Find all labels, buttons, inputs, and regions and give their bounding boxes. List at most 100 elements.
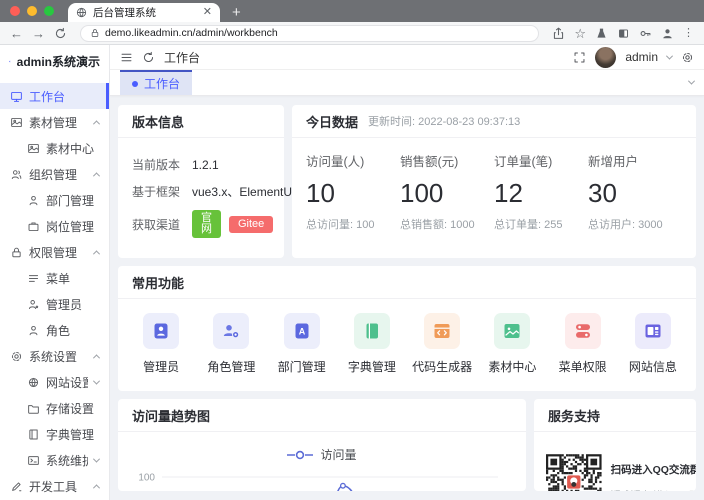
official-site-button[interactable]: 官网 (192, 210, 221, 238)
browser-menu-icon[interactable]: ⋮ (683, 27, 694, 39)
sidebar-group-material[interactable]: 素材管理 (0, 109, 109, 135)
sidepanel-icon[interactable] (617, 27, 630, 40)
back-icon[interactable]: ← (10, 27, 23, 40)
browser-tab-title: 后台管理系统 (93, 7, 156, 19)
chart-legend[interactable]: 访问量 (118, 446, 526, 463)
terminal-icon (28, 455, 39, 465)
sidebar-item-role[interactable]: 角色 (0, 317, 109, 343)
collapse-icon (92, 353, 101, 361)
reload-icon[interactable] (54, 27, 67, 40)
browser-profile-icon[interactable] (661, 27, 674, 40)
func-menu-permission[interactable]: 菜单权限 (548, 313, 618, 375)
dictionary-icon (366, 323, 378, 339)
zoom-window-button[interactable] (44, 6, 54, 16)
version-row: 当前版本 1.2.1 (132, 157, 219, 173)
user-menu-chevron-icon[interactable] (665, 52, 674, 60)
breadcrumb: 工作台 (164, 50, 201, 65)
row-top: 版本信息 当前版本 1.2.1 基于框架 vue3.x、ElementUI、My… (118, 105, 696, 258)
briefcase-icon (28, 221, 39, 231)
func-material-center[interactable]: 素材中心 (477, 313, 547, 375)
expand-icon (92, 455, 101, 463)
window-controls (10, 0, 54, 22)
collapse-icon (92, 249, 101, 257)
browser-tab[interactable]: 后台管理系统 ✕ (68, 3, 220, 22)
sidebar-group-dev-tools[interactable]: 开发工具 (0, 473, 109, 499)
lock-icon (91, 29, 99, 37)
collapse-icon (92, 119, 101, 127)
sidebar-item-workbench[interactable]: 工作台 (0, 83, 109, 109)
stat-visits: 访问量(人) 10 总访问量: 100 (306, 155, 375, 231)
func-website-info[interactable]: 网站信息 (618, 313, 688, 375)
forward-icon[interactable]: → (32, 27, 45, 40)
common-functions-card: 常用功能 管理员 角色管理 A 部门管理 字典管理 代码生成器 素材中心 菜单权… (118, 266, 696, 391)
tabs-dropdown-chevron-icon[interactable] (687, 77, 696, 85)
func-admin[interactable]: 管理员 (126, 313, 196, 375)
row-bottom: 访问量趋势图 访问量 406080100 服务支持 (118, 399, 696, 491)
minimize-window-button[interactable] (27, 6, 37, 16)
monitor-icon (11, 91, 22, 102)
sidebar-item-material-center[interactable]: 素材中心 (0, 135, 109, 161)
framework-row: 基于框架 vue3.x、ElementUI、MySQL (132, 185, 348, 199)
fullscreen-icon[interactable] (573, 51, 586, 64)
person-badge-icon (28, 299, 39, 309)
today-data-card: 今日数据 更新时间: 2022-08-23 09:37:13 访问量(人) 10… (292, 105, 696, 258)
sidebar-item-department[interactable]: 部门管理 (0, 187, 109, 213)
sidebar-group-organization[interactable]: 组织管理 (0, 161, 109, 187)
new-tab-button[interactable]: + (232, 5, 241, 20)
gitee-button[interactable]: Gitee (229, 215, 274, 233)
top-header: 工作台 admin (110, 45, 704, 70)
today-card-title: 今日数据 (306, 114, 359, 130)
hamburger-menu-icon[interactable] (120, 51, 133, 64)
tab-close-icon[interactable]: ✕ (203, 7, 212, 18)
qr-caption: 扫码进入QQ交流群 (610, 464, 696, 476)
browser-tab-strip: 后台管理系统 ✕ + (0, 0, 704, 22)
tab-workbench[interactable]: 工作台 (120, 70, 193, 95)
sidebar: admin系统演示 工作台 素材管理 素材中心 组织管理 部门管理 岗位管理 权… (0, 45, 110, 500)
address-bar[interactable]: demo.likeadmin.cn/admin/workbench (80, 24, 540, 42)
collapse-icon (92, 171, 101, 179)
visit-trend-chart: 406080100 (118, 463, 526, 491)
app-logo[interactable]: admin系统演示 (0, 45, 109, 77)
sidebar-item-dictionary[interactable]: 字典管理 (0, 421, 109, 447)
extension-icon[interactable] (595, 27, 608, 40)
func-role[interactable]: 角色管理 (196, 313, 266, 375)
pen-icon (12, 481, 22, 491)
sidebar-item-admin[interactable]: 管理员 (0, 291, 109, 317)
folder-icon (28, 404, 39, 414)
sidebar-item-website-settings[interactable]: 网站设置 (0, 369, 109, 395)
admin-app: admin系统演示 工作台 素材管理 素材中心 组织管理 部门管理 岗位管理 权… (0, 45, 704, 500)
share-icon[interactable] (552, 27, 565, 40)
list-icon (28, 274, 39, 282)
app-title: admin系统演示 (16, 54, 100, 69)
sidebar-group-permission[interactable]: 权限管理 (0, 239, 109, 265)
department-icon: A (295, 323, 309, 339)
version-info-card: 版本信息 当前版本 1.2.1 基于框架 vue3.x、ElementUI、My… (118, 105, 348, 258)
lock-icon (12, 247, 21, 257)
menu-permission-icon (575, 324, 590, 338)
username[interactable]: admin (625, 50, 658, 64)
legend-label: 访问量 (320, 448, 357, 462)
person-icon (29, 325, 38, 335)
sidebar-item-storage-settings[interactable]: 存储设置 (0, 395, 109, 421)
person-icon (29, 195, 38, 205)
close-window-button[interactable] (10, 6, 20, 16)
material-center-icon (504, 324, 520, 338)
func-code-generator[interactable]: 代码生成器 (407, 313, 477, 375)
active-dot (132, 80, 138, 87)
bookmark-star-icon[interactable]: ☆ (574, 27, 586, 40)
func-department[interactable]: A 部门管理 (267, 313, 337, 375)
qr-subcaption: 疑难疑点 进入QQ群 (611, 487, 684, 491)
legend-marker-icon (287, 450, 314, 459)
globe-favicon-icon (76, 7, 87, 18)
sidebar-item-menu[interactable]: 菜单 (0, 265, 109, 291)
collapse-icon (92, 483, 101, 491)
settings-gear-icon[interactable] (681, 51, 694, 64)
sidebar-group-system-settings[interactable]: 系统设置 (0, 343, 109, 369)
sidebar-item-position[interactable]: 岗位管理 (0, 213, 109, 239)
password-key-icon[interactable] (639, 27, 652, 40)
main-area: 工作台 admin 工作台 版本信息 当前版本 1.2.1 基于框架 vue3.… (110, 45, 704, 500)
refresh-icon[interactable] (142, 51, 155, 64)
sidebar-item-system-maintenance[interactable]: 系统维护 (0, 447, 109, 473)
user-avatar[interactable] (595, 46, 617, 68)
func-dictionary[interactable]: 字典管理 (337, 313, 407, 375)
